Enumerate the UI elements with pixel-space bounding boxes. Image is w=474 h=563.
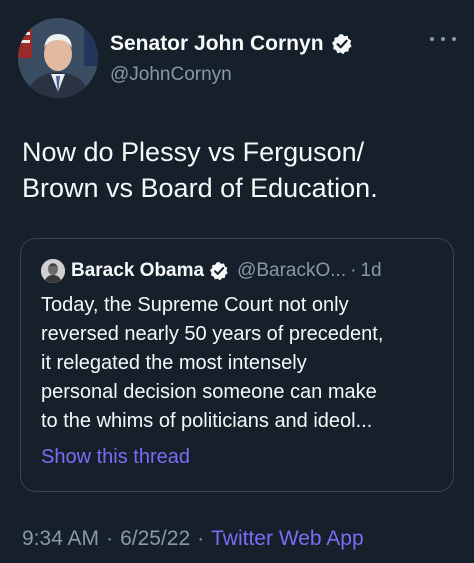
quoted-text-line: to the whims of politicians and ideol...	[41, 410, 373, 432]
quoted-text-line: Today, the Supreme Court not only	[41, 294, 349, 316]
verified-badge-icon	[209, 261, 229, 281]
footer-separator: ·	[106, 527, 114, 550]
quoted-tweet[interactable]: Barack Obama @BarackO... · 1d Today, the…	[20, 238, 454, 492]
quoted-tweet-text: Today, the Supreme Court not only revers…	[41, 291, 441, 436]
tweet-text: Now do Plessy vs Ferguson/ Brown vs Boar…	[22, 134, 462, 206]
more-options-icon[interactable]	[430, 34, 456, 44]
quoted-text-line: it relegated the most intensely	[41, 352, 307, 374]
quoted-text-line: personal decision someone can make	[41, 381, 377, 403]
author-avatar[interactable]	[18, 18, 98, 98]
show-thread-link[interactable]: Show this thread	[41, 446, 190, 469]
tweet-text-line: Brown vs Board of Education.	[22, 173, 378, 203]
author-handle[interactable]: @JohnCornyn	[110, 64, 232, 86]
author-display-name[interactable]: Senator John Cornyn	[110, 32, 324, 56]
tweet-text-line: Now do Plessy vs Ferguson/	[22, 137, 365, 167]
tweet-card: Senator John Cornyn @JohnCornyn Now do P…	[0, 0, 474, 563]
tweet-source-link[interactable]: Twitter Web App	[211, 527, 364, 551]
quoted-author-avatar	[41, 259, 65, 283]
author-avatar-image	[18, 18, 98, 98]
quoted-author-handle: @BarackO...	[237, 260, 347, 281]
quoted-text-line: reversed nearly 50 years of precedent,	[41, 323, 384, 345]
tweet-footer: 9:34 AM · 6/25/22 · Twitter Web App	[22, 527, 364, 551]
quoted-timestamp: 1d	[360, 260, 382, 281]
author-name-row[interactable]: Senator John Cornyn	[110, 32, 353, 56]
footer-separator: ·	[197, 527, 205, 550]
quoted-separator: ·	[350, 260, 357, 281]
tweet-date[interactable]: 6/25/22	[120, 527, 190, 551]
tweet-time[interactable]: 9:34 AM	[22, 527, 99, 551]
quoted-author-name: Barack Obama	[71, 260, 205, 281]
quoted-tweet-header: Barack Obama @BarackO... · 1d	[41, 259, 382, 283]
verified-badge-icon	[331, 33, 353, 55]
